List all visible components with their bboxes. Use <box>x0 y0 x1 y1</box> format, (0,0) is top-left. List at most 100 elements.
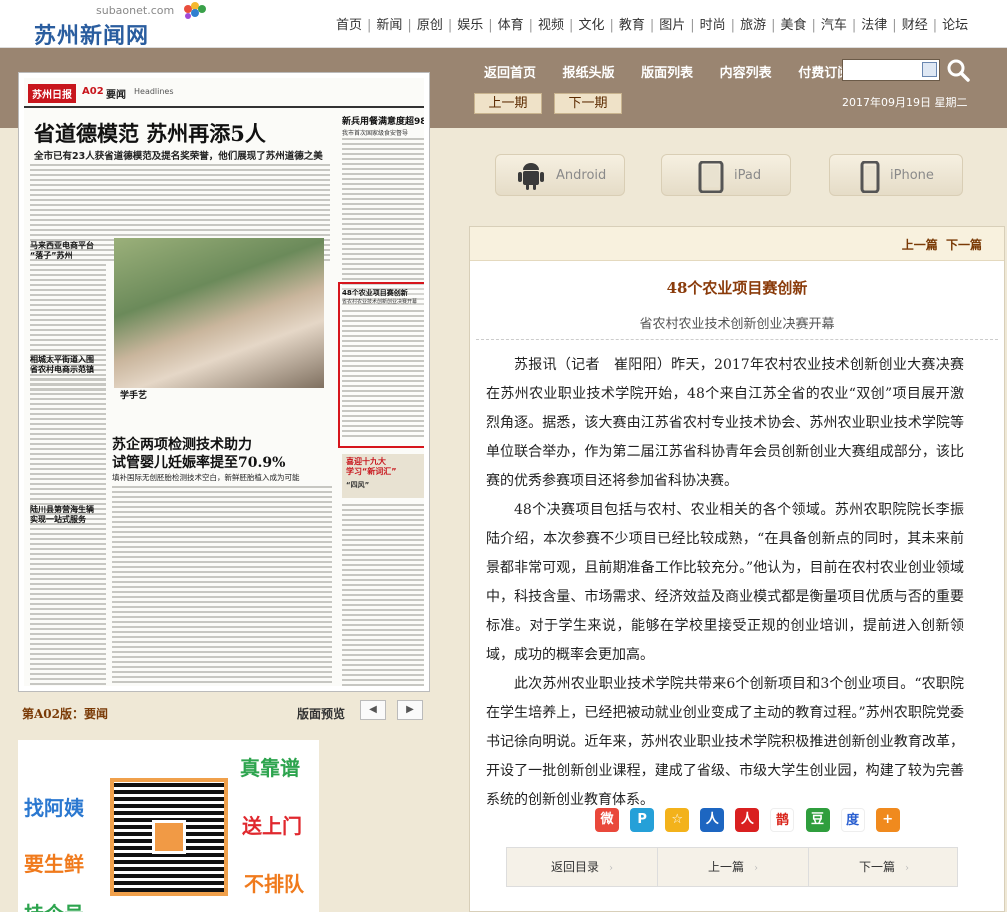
paper-text-line <box>112 511 332 513</box>
paper-text-line <box>30 573 106 575</box>
ipad-app-button[interactable]: iPad <box>661 154 791 196</box>
paper-text-line <box>112 516 332 518</box>
paper-text-line <box>342 534 424 536</box>
paper-text-line <box>342 183 424 185</box>
android-label: Android <box>556 168 607 183</box>
top-nav-item[interactable]: 视频 <box>538 18 564 33</box>
android-app-button[interactable]: Android <box>495 154 625 196</box>
paper-text-line <box>30 478 106 480</box>
nav-content-list[interactable]: 内容列表 <box>720 66 772 81</box>
paper-text-line <box>342 649 424 651</box>
chevron-right-icon: › <box>905 863 909 874</box>
paper-text-line <box>30 378 106 380</box>
site-logo[interactable]: subaonet.com 苏州新闻网 <box>30 2 206 49</box>
top-nav-item[interactable]: 财经 <box>902 18 928 33</box>
paper-right-title: 新兵用餐满意度超98% <box>342 117 424 127</box>
top-nav-item[interactable]: 原创 <box>417 18 443 33</box>
favorite-share-icon[interactable]: ☆ <box>665 808 690 832</box>
iphone-app-button[interactable]: iPhone <box>829 154 963 196</box>
paper-text-line <box>342 619 424 621</box>
paper-text-line <box>30 209 330 211</box>
ad-word: 送上门 <box>242 814 302 838</box>
top-nav-item[interactable]: 美食 <box>780 18 806 33</box>
paper-text-line <box>30 623 106 625</box>
more-share-icon[interactable]: + <box>875 808 900 832</box>
calendar-icon[interactable] <box>922 62 937 77</box>
paper-text-line <box>342 163 424 165</box>
next-page-arrow-icon[interactable]: ▶ <box>397 700 423 720</box>
paper-text-line <box>30 334 106 336</box>
qr-ad-banner[interactable]: 找阿姨 要生鲜 挂个号 真靠谱 送上门 不排队 <box>18 740 319 912</box>
magpie-share-icon[interactable]: 鹊 <box>770 808 795 832</box>
top-nav: 首页 | 新闻 | 原创 | 娱乐 | 体育 | 视频 | 文化 | 教育 | 图片 | 时尚 | 旅游 | 美食 | 汽车 | 法… <box>336 14 968 33</box>
prev-page-arrow-icon[interactable]: ◀ <box>360 700 386 720</box>
paper-text-line <box>112 636 332 638</box>
next-issue-button[interactable]: 下一期 <box>554 93 622 114</box>
paper-text-line <box>342 519 424 521</box>
newspaper-page[interactable]: 苏州日报 A02 要闻 Headlines 省道德模范 苏州再添5人 全市已有2… <box>24 78 424 686</box>
paper-text-line <box>342 248 424 250</box>
prev-article-link[interactable]: 上一篇 <box>902 238 938 252</box>
paper-text-line <box>112 591 332 593</box>
top-nav-item[interactable]: 娱乐 <box>457 18 483 33</box>
paper-text-block <box>342 310 424 440</box>
paper-text-line <box>30 628 106 630</box>
article-paragraph: 此次苏州农业职业技术学院共带来6个创新项目和3个创业项目。“农职院在学生培养上，… <box>486 676 964 808</box>
paper-text-line <box>112 601 332 603</box>
paper-text-line <box>342 340 424 342</box>
paper-text-line <box>30 324 106 326</box>
top-nav-item[interactable]: 论坛 <box>942 18 968 33</box>
top-nav-item[interactable]: 时尚 <box>700 18 726 33</box>
next-article-button[interactable]: 下一篇 › <box>809 848 959 886</box>
paper-text-line <box>30 423 106 425</box>
search-icon[interactable] <box>946 58 970 82</box>
paper-text-line <box>342 579 424 581</box>
paper-text-line <box>112 526 332 528</box>
paper-headline: 省道德模范 苏州再添5人 <box>34 121 266 146</box>
nav-page-list[interactable]: 版面列表 <box>641 66 693 81</box>
paper-text-line <box>30 329 106 331</box>
paper-text-line <box>30 563 106 565</box>
back-to-list-button[interactable]: 返回目录 › <box>507 848 657 886</box>
paper-nav: 返回首页 报纸头版 版面列表 内容列表 付费订阅 <box>484 62 872 81</box>
prev-article-button[interactable]: 上一篇 › <box>658 848 808 886</box>
page-label[interactable]: 第A02版：要闻 <box>22 705 108 722</box>
baidu-share-icon[interactable]: 度 <box>840 808 865 832</box>
paper-right-sub: 我市首次国家级食安督导 <box>342 130 409 137</box>
prev-issue-button[interactable]: 上一期 <box>474 93 542 114</box>
paper-text-line <box>342 425 424 427</box>
article-panel: 上一篇 下一篇 48个农业项目赛创新 省农村农业技术创新创业决赛开幕 苏报讯（记… <box>469 226 1005 912</box>
renren-share-icon[interactable]: 人 <box>700 808 725 832</box>
paper-text-line <box>112 561 332 563</box>
paper-text-line <box>30 224 330 226</box>
top-nav-item[interactable]: 教育 <box>619 18 645 33</box>
top-nav-item[interactable]: 旅游 <box>740 18 766 33</box>
top-nav-item[interactable]: 法律 <box>861 18 887 33</box>
paper-text-line <box>30 234 330 236</box>
top-nav-item[interactable]: 体育 <box>498 18 524 33</box>
top-nav-item[interactable]: 文化 <box>578 18 604 33</box>
next-article-link[interactable]: 下一篇 <box>946 238 982 252</box>
article-topbar: 上一篇 下一篇 <box>470 227 1004 261</box>
nav-separator: | <box>851 18 857 33</box>
paper-text-line <box>30 538 106 540</box>
paper-text-line <box>30 548 106 550</box>
nav-front-page[interactable]: 报纸头版 <box>563 66 615 81</box>
paper-text-line <box>30 588 106 590</box>
weibo-share-icon[interactable]: 微 <box>595 808 619 832</box>
top-nav-item[interactable]: 汽车 <box>821 18 847 33</box>
top-nav-item[interactable]: 首页 <box>336 18 362 33</box>
douban-share-icon[interactable]: 豆 <box>805 808 830 832</box>
nav-home[interactable]: 返回首页 <box>484 66 536 81</box>
paper-text-line <box>30 453 106 455</box>
paper-kicker: 实现一站式服务 <box>30 515 86 524</box>
paper-text-line <box>342 405 424 407</box>
top-nav-item[interactable]: 新闻 <box>376 18 402 33</box>
top-nav-item[interactable]: 图片 <box>659 18 685 33</box>
logo-flower-icon <box>184 2 206 19</box>
paper-text-line <box>30 403 106 405</box>
paper-text-line <box>342 325 424 327</box>
qzone-share-icon[interactable]: P <box>630 808 655 832</box>
kaixin-share-icon[interactable]: 人 <box>735 808 760 832</box>
paper-text-line <box>342 564 424 566</box>
